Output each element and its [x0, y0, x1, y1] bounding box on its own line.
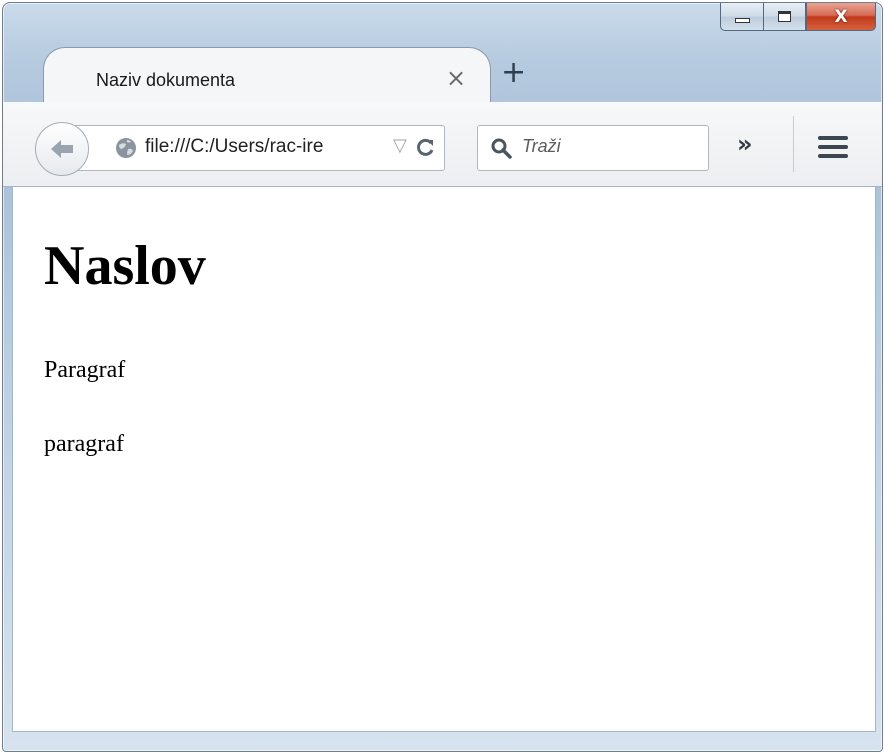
toolbar-separator — [793, 116, 794, 172]
maximize-icon — [778, 11, 791, 22]
search-bar[interactable] — [477, 125, 709, 171]
paragraph-1: Paragraf — [44, 357, 126, 383]
page-heading: Naslov — [44, 235, 206, 297]
url-text: file:///C:/Users/rac-ire — [145, 136, 324, 157]
url-bar[interactable]: file:///C:/Users/rac-ire ▽ — [63, 125, 445, 171]
history-dropdown-icon[interactable]: ▽ — [393, 135, 407, 156]
globe-icon — [116, 138, 136, 158]
overflow-chevron-button[interactable]: » — [737, 130, 752, 158]
search-input[interactable] — [522, 136, 702, 157]
new-tab-button[interactable]: + — [501, 58, 526, 88]
minimize-icon — [734, 18, 750, 23]
browser-window: X Naziv dokumenta × + file:///C:/Users/r… — [2, 2, 883, 752]
close-icon: X — [834, 6, 848, 27]
page-content: Naslov Paragraf paragraf — [12, 187, 876, 732]
close-window-button[interactable]: X — [806, 3, 876, 31]
window-caption-buttons: X — [720, 3, 876, 31]
hamburger-menu-icon[interactable] — [818, 136, 848, 158]
paragraph-2: paragraf — [44, 431, 124, 457]
navigation-toolbar: file:///C:/Users/rac-ire ▽ » — [3, 102, 882, 187]
search-icon — [491, 138, 512, 159]
minimize-button[interactable] — [720, 3, 763, 31]
reload-icon[interactable] — [414, 137, 436, 159]
back-arrow-icon — [51, 140, 73, 158]
tab-close-icon[interactable]: × — [446, 64, 466, 92]
maximize-button[interactable] — [763, 3, 806, 31]
tab-active[interactable]: Naziv dokumenta × — [43, 47, 491, 103]
back-button[interactable] — [35, 122, 89, 176]
tab-title: Naziv dokumenta — [96, 70, 236, 90]
